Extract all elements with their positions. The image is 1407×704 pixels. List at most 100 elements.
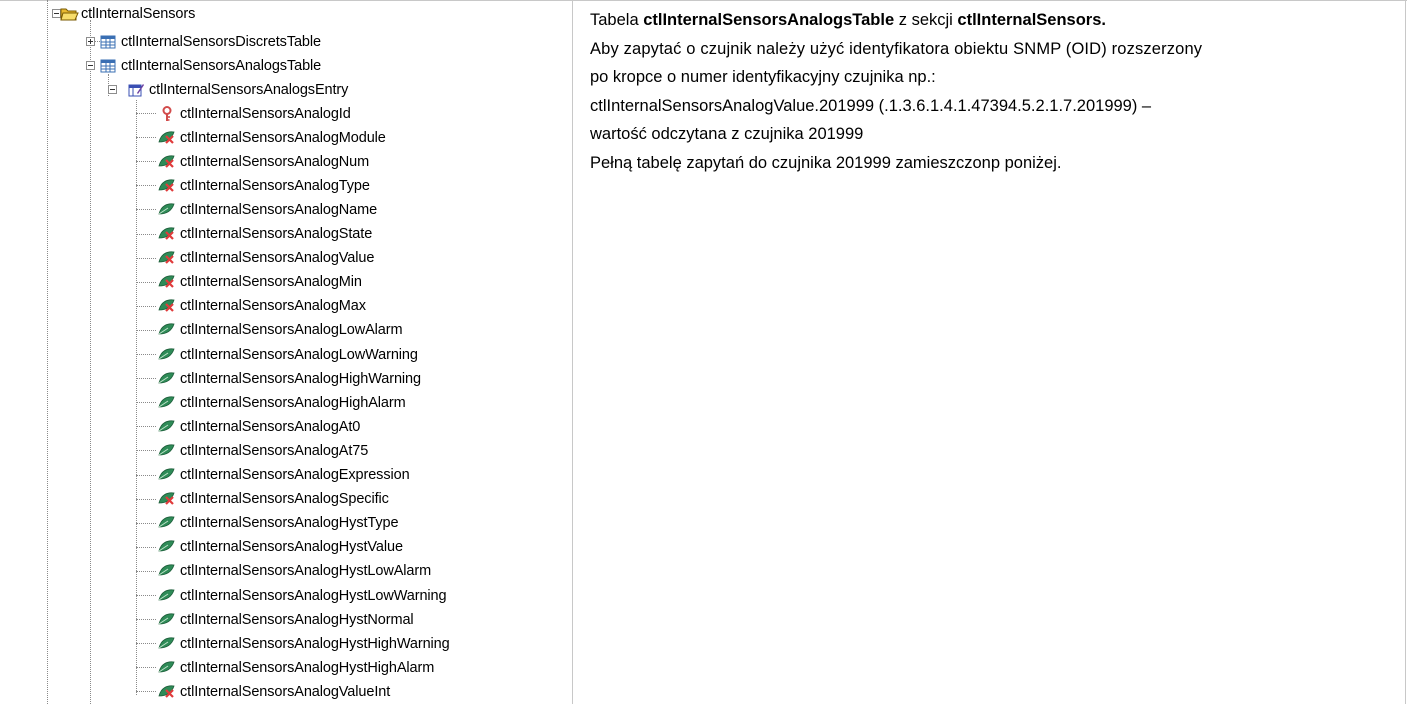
tree-branch-line	[136, 667, 156, 669]
tree-branch-line	[136, 595, 156, 596]
leaf-readonly-icon	[158, 491, 177, 507]
tree-branch-line	[136, 450, 156, 452]
tree-leaf-label: ctlInternalSensorsAnalogHighWarning	[180, 370, 421, 387]
tree-branch-line	[136, 570, 156, 572]
leaf-icon	[158, 612, 177, 628]
mib-tree: ctlInternalSensors ctlInternalSensorsDis…	[0, 0, 572, 704]
tree-leaf-label: ctlInternalSensorsAnalogValueInt	[180, 683, 391, 700]
tree-branch-line	[136, 402, 156, 404]
tree-leaf[interactable]: ctlInternalSensorsAnalogHystHighAlarm	[136, 656, 435, 679]
tree-node-discrets-table[interactable]: ctlInternalSensorsDiscretsTable	[86, 30, 321, 53]
tree-node-entry[interactable]: ctlInternalSensorsAnalogsEntry	[108, 78, 348, 101]
collapse-toggle-analogs[interactable]	[86, 61, 95, 70]
tree-leaf[interactable]: ctlInternalSensorsAnalogHystNormal	[136, 608, 414, 631]
leaf-icon	[158, 660, 177, 676]
leaf-icon	[158, 419, 177, 435]
tree-branch-line	[136, 257, 156, 259]
tree-leaf-label: ctlInternalSensorsAnalogHystNormal	[180, 611, 414, 628]
leaf-icon	[158, 515, 177, 531]
tree-leaf[interactable]: ctlInternalSensorsAnalogLowWarning	[136, 343, 418, 366]
tree-leaf-label: ctlInternalSensorsAnalogHystLowWarning	[180, 587, 447, 604]
tree-leaf[interactable]: ctlInternalSensorsAnalogNum	[136, 150, 369, 173]
tree-branch-line	[136, 546, 156, 548]
tree-leaf[interactable]: ctlInternalSensorsAnalogHighAlarm	[136, 391, 406, 414]
tree-branch-line	[136, 137, 156, 139]
tree-leaf-label: ctlInternalSensorsAnalogExpression	[180, 467, 410, 483]
tree-leaf[interactable]: ctlInternalSensorsAnalogHystHighWarning	[136, 632, 450, 655]
description-text: z sekcji	[894, 11, 958, 29]
leaf-readonly-icon	[158, 154, 177, 170]
tree-leaf[interactable]: ctlInternalSensorsAnalogValue	[136, 247, 375, 270]
tree-branch-line	[136, 474, 156, 476]
tree-leaf-label: ctlInternalSensorsAnalogMax	[180, 298, 366, 315]
tree-leaf[interactable]: ctlInternalSensorsAnalogHystValue	[136, 536, 403, 559]
collapse-toggle-entry[interactable]	[108, 85, 117, 94]
tree-leaf-label: ctlInternalSensorsAnalogHystType	[180, 515, 399, 532]
tree-leaf[interactable]: ctlInternalSensorsAnalogAt75	[136, 439, 368, 462]
leaf-readonly-icon	[158, 684, 177, 700]
tree-branch-line	[136, 329, 156, 331]
tree-leaf[interactable]: ctlInternalSensorsAnalogHystType	[136, 512, 399, 535]
tree-leaf[interactable]: ctlInternalSensorsAnalogModule	[136, 126, 386, 149]
tree-leaf[interactable]: ctlInternalSensorsAnalogLowAlarm	[136, 319, 403, 342]
tree-node-label: ctlInternalSensorsDiscretsTable	[121, 33, 321, 50]
tree-leaf[interactable]: ctlInternalSensorsAnalogMin	[136, 271, 362, 294]
tree-branch-line	[136, 233, 156, 235]
tree-leaf[interactable]: ctlInternalSensorsAnalogHystLowWarning	[136, 584, 447, 607]
cell-divider	[572, 0, 573, 704]
description-line-5: wartość odczytana z czujnika 201999	[590, 125, 864, 144]
tree-branch-line	[136, 354, 156, 355]
leaf-icon	[158, 443, 177, 459]
tree-leaf[interactable]: ctlInternalSensorsAnalogMax	[136, 295, 366, 318]
description-line-3: po kropce o numer identyfikacyjny czujni…	[590, 68, 936, 87]
leaf-icon	[158, 467, 177, 483]
description-line-4: ctlInternalSensorsAnalogValue.201999 (.1…	[590, 96, 1152, 115]
tree-leaf-label: ctlInternalSensorsAnalogHystHighAlarm	[180, 659, 435, 676]
tree-leaf-label: ctlInternalSensorsAnalogValue	[180, 250, 375, 267]
table-icon	[100, 58, 116, 74]
tree-branch-line	[136, 691, 156, 693]
leaf-icon	[158, 563, 177, 579]
leaf-icon	[158, 588, 177, 604]
tree-leaf-label: ctlInternalSensorsAnalogLowWarning	[180, 346, 418, 363]
tree-leaf-label: ctlInternalSensorsAnalogState	[180, 226, 373, 242]
tree-node-analogs-table[interactable]: ctlInternalSensorsAnalogsTable	[86, 54, 322, 77]
tree-guide-line	[47, 0, 48, 704]
tree-leaf-label: ctlInternalSensorsAnalogHystLowAlarm	[180, 563, 432, 580]
tree-branch-line	[136, 161, 156, 163]
tree-leaf-label: ctlInternalSensorsAnalogHighAlarm	[180, 394, 406, 411]
tree-leaf[interactable]: ctlInternalSensorsAnalogName	[136, 198, 378, 221]
description-line-1: Tabela ctlInternalSensorsAnalogsTable z …	[590, 6, 1390, 35]
section-name: ctlInternalSensors.	[957, 11, 1106, 29]
tree-leaf[interactable]: ctlInternalSensorsAnalogExpression	[136, 464, 410, 487]
leaf-readonly-icon	[158, 274, 177, 290]
tree-leaf[interactable]: ctlInternalSensorsAnalogState	[136, 223, 373, 246]
description-line-6: Pełną tabelę zapytań do czujnika 201999 …	[590, 153, 1062, 172]
tree-leaf-label: ctlInternalSensorsAnalogHystHighWarning	[180, 635, 450, 652]
tree-leaf[interactable]: ctlInternalSensorsAnalogHystLowAlarm	[136, 560, 432, 583]
tree-leaf-label: ctlInternalSensorsAnalogId	[180, 105, 351, 122]
tree-leaf[interactable]: ctlInternalSensorsAnalogSpecific	[136, 488, 389, 511]
tree-branch-line	[136, 185, 156, 187]
leaf-readonly-icon	[158, 130, 177, 146]
tree-leaf[interactable]: ctlInternalSensorsAnalogValueInt	[136, 680, 391, 703]
tree-branch-line	[136, 426, 156, 428]
tree-leaf[interactable]: ctlInternalSensorsAnalogId	[136, 102, 351, 125]
leaf-icon	[158, 202, 177, 218]
tree-guide-line	[136, 100, 137, 695]
tree-leaf[interactable]: ctlInternalSensorsAnalogType	[136, 174, 370, 197]
leaf-readonly-icon	[158, 178, 177, 194]
tree-branch-line	[136, 281, 156, 283]
tree-node-root-label: ctlInternalSensors	[81, 5, 196, 22]
tree-node-root[interactable]: ctlInternalSensors	[52, 2, 196, 25]
table-description: Tabela ctlInternalSensorsAnalogsTable z …	[590, 6, 1390, 178]
tree-branch-line	[136, 305, 156, 307]
tree-leaf[interactable]: ctlInternalSensorsAnalogAt0	[136, 415, 361, 438]
tree-leaf-label: ctlInternalSensorsAnalogName	[180, 201, 378, 218]
tree-node-label: ctlInternalSensorsAnalogsTable	[121, 57, 322, 74]
tree-leaf-label: ctlInternalSensorsAnalogAt0	[180, 418, 361, 435]
leaf-icon	[158, 395, 177, 411]
tree-leaf[interactable]: ctlInternalSensorsAnalogHighWarning	[136, 367, 421, 390]
expand-toggle-discrets[interactable]	[86, 37, 95, 46]
tree-branch-line	[136, 619, 156, 621]
